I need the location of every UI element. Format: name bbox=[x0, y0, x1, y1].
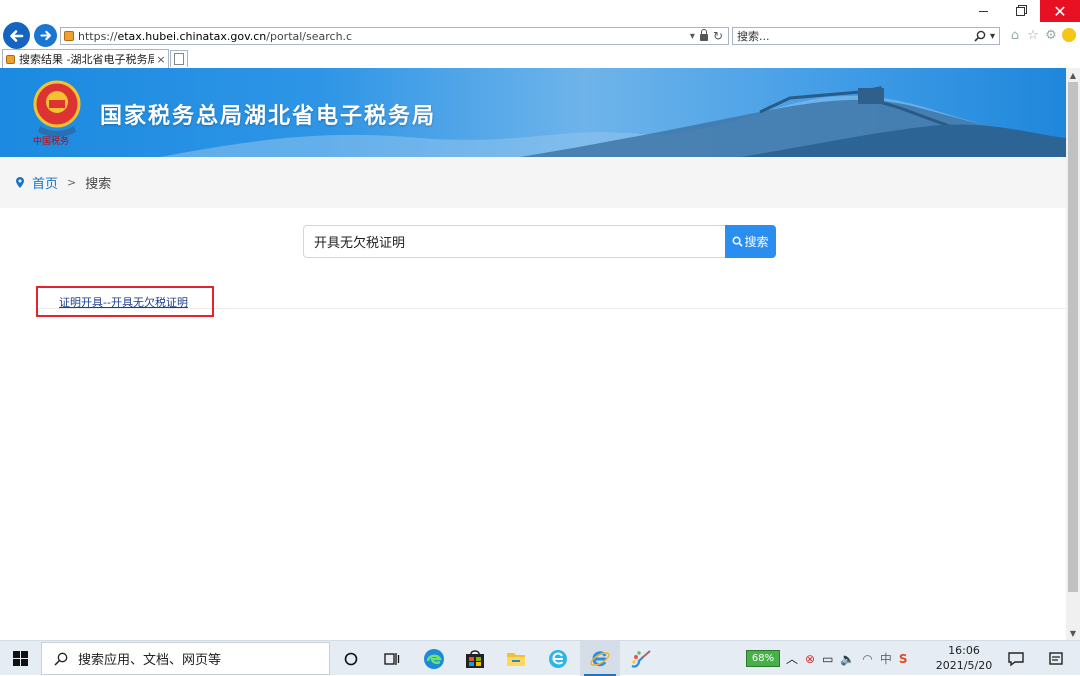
taskbar-chat-button[interactable] bbox=[996, 641, 1036, 676]
battery-level-badge[interactable]: 68% bbox=[746, 650, 780, 667]
cortana-circle-icon bbox=[344, 652, 358, 665]
forward-button[interactable] bbox=[34, 24, 57, 47]
windows-logo-icon bbox=[12, 651, 28, 666]
browser-chrome: ✕ https://etax.hubei.chinatax.gov.cn/por… bbox=[0, 0, 1080, 68]
arrow-left-icon bbox=[9, 29, 23, 42]
taskbar-edge-button[interactable] bbox=[414, 641, 454, 676]
favorites-star-icon[interactable]: ☆ bbox=[1026, 28, 1040, 43]
folder-icon bbox=[507, 652, 525, 666]
task-view-button[interactable] bbox=[372, 641, 412, 676]
site-banner: 国家税务总局湖北省电子税务局 中国税务 bbox=[0, 68, 1066, 157]
breadcrumb-home-link[interactable]: 首页 bbox=[32, 173, 58, 192]
tab-bar: 搜索结果 -湖北省电子税务局 × bbox=[0, 48, 1080, 68]
browser-e-icon bbox=[549, 649, 567, 668]
back-button[interactable] bbox=[3, 22, 30, 49]
breadcrumb-separator: > bbox=[67, 176, 77, 189]
search-icon[interactable] bbox=[974, 30, 986, 42]
taskbar-ie-button[interactable] bbox=[580, 641, 620, 676]
taskbar-clock[interactable]: 16:06 2021/5/20 bbox=[935, 643, 993, 673]
emblem-caption: 中国税务 bbox=[33, 137, 70, 147]
taskbar-explorer-button[interactable] bbox=[496, 641, 536, 676]
site-search-input[interactable] bbox=[303, 225, 725, 258]
home-icon[interactable]: ⌂ bbox=[1008, 28, 1022, 43]
site-search-button[interactable]: 搜索 bbox=[725, 225, 776, 258]
cortana-button[interactable] bbox=[331, 641, 371, 676]
paint-brush-icon bbox=[631, 649, 651, 668]
wifi-icon[interactable]: ◠ bbox=[862, 652, 872, 666]
address-bar[interactable]: https://etax.hubei.chinatax.gov.cn/porta… bbox=[60, 27, 729, 45]
page-scrollbar[interactable]: ▲ ▼ bbox=[1066, 68, 1080, 640]
result-link[interactable]: 证明开具--开具无欠税证明 bbox=[59, 294, 188, 310]
refresh-icon[interactable]: ↻ bbox=[713, 29, 723, 43]
clock-time: 16:06 bbox=[948, 644, 980, 657]
notification-icon bbox=[1049, 651, 1063, 665]
dropdown-icon[interactable]: ▾ bbox=[690, 31, 695, 42]
store-bag-icon bbox=[466, 649, 484, 668]
battery-icon[interactable]: ▭ bbox=[822, 652, 833, 666]
taskbar-paint-button[interactable] bbox=[621, 641, 661, 676]
close-window-button[interactable]: ✕ bbox=[1040, 0, 1080, 22]
site-title: 国家税务总局湖北省电子税务局 bbox=[100, 104, 437, 129]
site-favicon-icon bbox=[64, 31, 74, 41]
site-search-form: 搜索 bbox=[303, 225, 776, 258]
restore-button[interactable] bbox=[1002, 0, 1038, 22]
taskbar-store-button[interactable] bbox=[455, 641, 495, 676]
scroll-down-arrow-icon[interactable]: ▼ bbox=[1066, 626, 1080, 640]
gear-icon[interactable]: ⚙ bbox=[1044, 28, 1058, 43]
taskbar-search-placeholder: 搜索应用、文档、网页等 bbox=[78, 653, 222, 668]
site-search-button-label: 搜索 bbox=[744, 235, 769, 249]
task-view-icon bbox=[384, 652, 400, 665]
taskbar: 搜索应用、文档、网页等 68% ︿ ⊗ ▭ 🔈 ◠ 中 S 16:06 2021… bbox=[0, 640, 1080, 676]
scroll-up-arrow-icon[interactable]: ▲ bbox=[1066, 68, 1080, 82]
clock-date: 2021/5/20 bbox=[935, 659, 993, 672]
search-icon bbox=[733, 236, 744, 247]
taskbar-360-browser-button[interactable] bbox=[538, 641, 578, 676]
new-tab-button[interactable] bbox=[170, 50, 188, 67]
tab-close-icon[interactable]: × bbox=[154, 53, 168, 66]
internet-explorer-icon bbox=[590, 650, 610, 666]
scrollbar-thumb[interactable] bbox=[1068, 82, 1078, 592]
feedback-smiley-icon[interactable] bbox=[1062, 28, 1076, 42]
browser-search-box[interactable]: ▾ bbox=[732, 27, 1000, 45]
arrow-right-icon bbox=[40, 30, 52, 41]
taskbar-search-box[interactable]: 搜索应用、文档、网页等 bbox=[41, 642, 330, 675]
start-button[interactable] bbox=[0, 641, 40, 676]
chat-bubble-icon bbox=[1008, 651, 1024, 666]
tab-search-results[interactable]: 搜索结果 -湖北省电子税务局 × bbox=[2, 49, 169, 68]
tab-favicon-icon bbox=[6, 54, 15, 64]
system-tray: ︿ ⊗ ▭ 🔈 ◠ 中 S bbox=[786, 641, 908, 676]
action-center-button[interactable] bbox=[1043, 641, 1069, 676]
location-pin-icon bbox=[16, 177, 24, 188]
network-alert-icon[interactable]: ⊗ bbox=[805, 652, 815, 666]
volume-icon[interactable]: 🔈 bbox=[840, 652, 855, 666]
browser-search-input[interactable] bbox=[733, 29, 974, 43]
minimize-button[interactable] bbox=[966, 0, 1000, 22]
breadcrumb: 首页 > 搜索 bbox=[0, 157, 1066, 208]
search-dropdown-icon[interactable]: ▾ bbox=[990, 31, 995, 42]
edge-icon bbox=[424, 648, 444, 669]
address-url[interactable]: https://etax.hubei.chinatax.gov.cn/porta… bbox=[78, 30, 690, 43]
search-icon bbox=[54, 652, 68, 666]
tab-title: 搜索结果 -湖北省电子税务局 bbox=[19, 53, 154, 66]
ime-indicator[interactable]: 中 bbox=[880, 650, 892, 667]
sogou-s-icon[interactable]: S bbox=[899, 652, 908, 666]
chevron-up-icon[interactable]: ︿ bbox=[786, 650, 798, 667]
breadcrumb-current: 搜索 bbox=[85, 177, 112, 192]
lock-icon[interactable] bbox=[699, 29, 708, 41]
